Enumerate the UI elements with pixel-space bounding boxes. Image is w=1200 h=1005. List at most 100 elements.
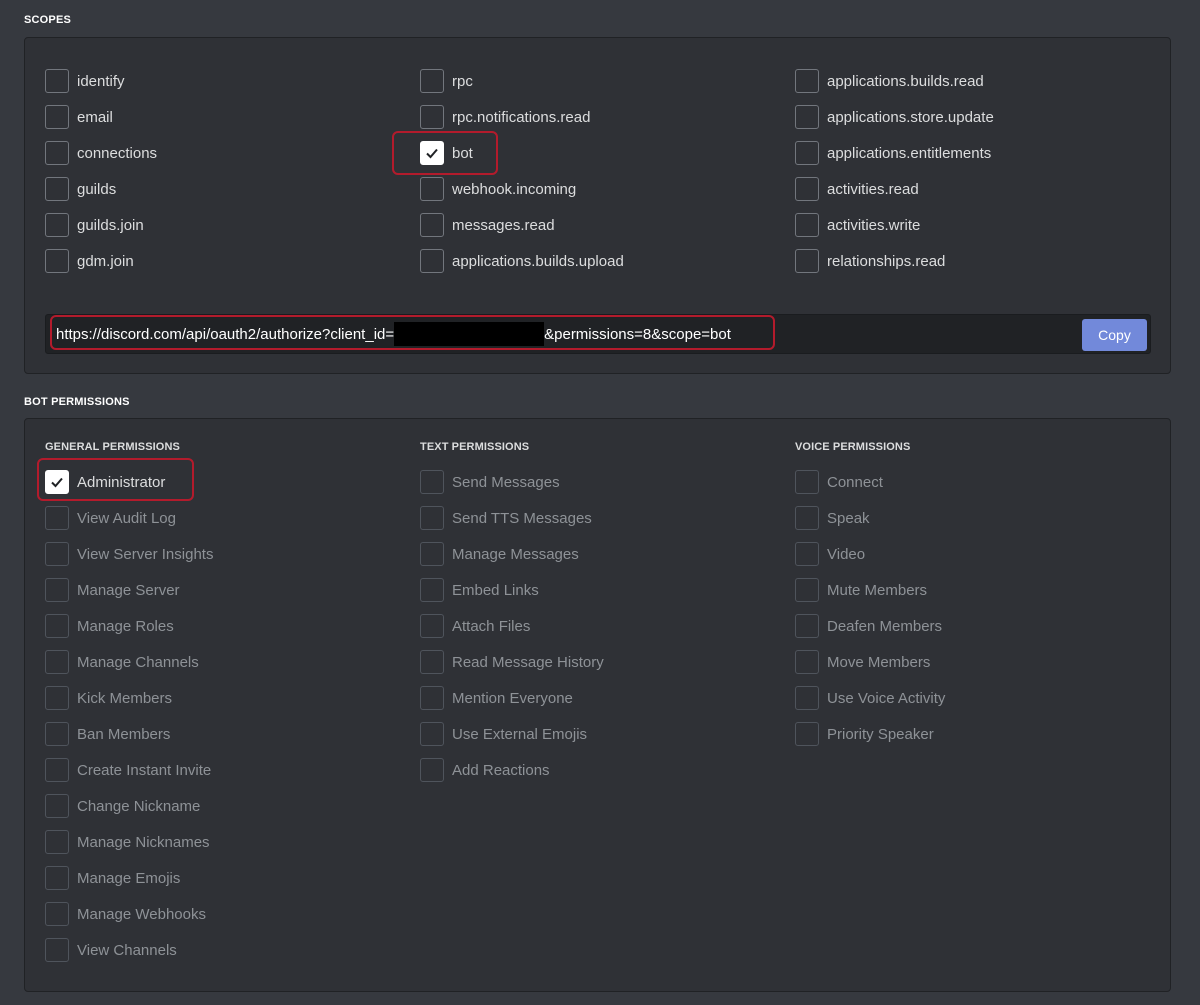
- checkbox-manage-messages: Manage Messages: [420, 536, 780, 572]
- checkbox-label: guilds: [77, 180, 117, 198]
- checkbox-label: gdm.join: [77, 252, 134, 270]
- checkbox-connections[interactable]: connections: [45, 135, 405, 171]
- generated-url-field[interactable]: https://discord.com/api/oauth2/authorize…: [45, 314, 1151, 354]
- checkbox-empty-icon[interactable]: [795, 177, 819, 201]
- checkbox-label: View Server Insights: [77, 545, 214, 563]
- checkbox-empty-icon[interactable]: [420, 177, 444, 201]
- checkbox-send-tts-messages: Send TTS Messages: [420, 500, 780, 536]
- checkbox-use-voice-activity: Use Voice Activity: [795, 680, 1155, 716]
- checkbox-add-reactions: Add Reactions: [420, 752, 780, 788]
- checkbox-label: View Channels: [77, 941, 177, 959]
- checkbox-view-server-insights: View Server Insights: [45, 536, 405, 572]
- checkbox-empty-icon[interactable]: [420, 105, 444, 129]
- checkbox-empty-icon: [420, 470, 444, 494]
- checkbox-empty-icon: [45, 578, 69, 602]
- checkbox-label: activities.write: [827, 216, 921, 234]
- checkbox-empty-icon: [795, 650, 819, 674]
- checkbox-priority-speaker: Priority Speaker: [795, 716, 1155, 752]
- checkbox-empty-icon[interactable]: [45, 177, 69, 201]
- url-suffix: &permissions=8&scope=bot: [544, 325, 731, 343]
- checkbox-label: Administrator: [77, 473, 166, 491]
- checkbox-label: Manage Server: [77, 581, 180, 599]
- checkbox-email[interactable]: email: [45, 99, 405, 135]
- checkbox-guilds[interactable]: guilds: [45, 171, 405, 207]
- checkbox-empty-icon[interactable]: [45, 249, 69, 273]
- checkbox-bot[interactable]: bot: [420, 135, 780, 171]
- checkbox-empty-icon: [45, 866, 69, 890]
- checkbox-administrator[interactable]: Administrator: [45, 464, 405, 500]
- scopes-panel: identify email connections guilds guilds.joi…: [24, 37, 1171, 374]
- checkbox-empty-icon[interactable]: [795, 213, 819, 237]
- checkbox-empty-icon[interactable]: [795, 141, 819, 165]
- checkbox-view-audit-log: View Audit Log: [45, 500, 405, 536]
- checkbox-empty-icon[interactable]: [795, 69, 819, 93]
- checkbox-label: rpc: [452, 72, 473, 90]
- checkbox-checked-icon[interactable]: [45, 470, 69, 494]
- checkbox-guilds-join[interactable]: guilds.join: [45, 207, 405, 243]
- checkbox-label: Create Instant Invite: [77, 761, 212, 779]
- scopes-column-1: identify email connections guilds guilds.joi…: [45, 63, 405, 279]
- checkbox-video: Video: [795, 536, 1155, 572]
- checkbox-empty-icon[interactable]: [795, 105, 819, 129]
- checkbox-rpc-notifications-read[interactable]: rpc.notifications.read: [420, 99, 780, 135]
- permission-group-title: VOICE PERMISSIONS: [795, 441, 911, 453]
- checkbox-gdm-join[interactable]: gdm.join: [45, 243, 405, 279]
- url-prefix: https://discord.com/api/oauth2/authorize…: [56, 325, 395, 343]
- checkbox-empty-icon: [420, 722, 444, 746]
- checkbox-label: connections: [77, 144, 158, 162]
- checkbox-identify[interactable]: identify: [45, 63, 405, 99]
- checkbox-messages-read[interactable]: messages.read: [420, 207, 780, 243]
- checkbox-send-messages: Send Messages: [420, 464, 780, 500]
- text-permissions-column: TEXT PERMISSIONS Send Messages Send TTS Me…: [420, 441, 780, 788]
- checkbox-relationships-read[interactable]: relationships.read: [795, 243, 1155, 279]
- checkbox-label: Attach Files: [452, 617, 531, 635]
- checkbox-move-members: Move Members: [795, 644, 1155, 680]
- checkbox-label: Manage Emojis: [77, 869, 181, 887]
- checkbox-rpc[interactable]: rpc: [420, 63, 780, 99]
- bot-permissions-title: BOT PERMISSIONS: [24, 396, 130, 408]
- checkbox-empty-icon: [420, 758, 444, 782]
- copy-button[interactable]: Copy: [1082, 319, 1147, 351]
- checkmark-icon: [51, 477, 63, 488]
- checkbox-empty-icon[interactable]: [420, 249, 444, 273]
- checkbox-empty-icon: [795, 542, 819, 566]
- generated-url-text[interactable]: https://discord.com/api/oauth2/authorize…: [56, 322, 731, 346]
- checkbox-activities-read[interactable]: activities.read: [795, 171, 1155, 207]
- checkbox-label: applications.builds.read: [827, 72, 984, 90]
- checkbox-label: applications.entitlements: [827, 144, 992, 162]
- voice-permissions-column: VOICE PERMISSIONS Connect Speak Video Mute M…: [795, 441, 1155, 752]
- checkbox-label: bot: [452, 144, 473, 162]
- checkbox-label: Use Voice Activity: [827, 689, 946, 707]
- checkbox-empty-icon: [45, 938, 69, 962]
- checkmark-icon: [426, 148, 438, 159]
- checkbox-manage-webhooks: Manage Webhooks: [45, 896, 405, 932]
- checkbox-applications-store-update[interactable]: applications.store.update: [795, 99, 1155, 135]
- checkbox-empty-icon[interactable]: [420, 69, 444, 93]
- checkbox-label: Video: [827, 545, 866, 563]
- checkbox-empty-icon: [45, 830, 69, 854]
- checkbox-empty-icon[interactable]: [420, 213, 444, 237]
- checkbox-applications-builds-read[interactable]: applications.builds.read: [795, 63, 1155, 99]
- checkbox-empty-icon[interactable]: [45, 105, 69, 129]
- checkbox-checked-icon[interactable]: [420, 141, 444, 165]
- checkbox-empty-icon[interactable]: [45, 69, 69, 93]
- checkbox-kick-members: Kick Members: [45, 680, 405, 716]
- checkbox-label: Move Members: [827, 653, 931, 671]
- checkbox-label: Send TTS Messages: [452, 509, 592, 527]
- checkbox-manage-emojis: Manage Emojis: [45, 860, 405, 896]
- checkbox-empty-icon[interactable]: [45, 141, 69, 165]
- checkbox-create-instant-invite: Create Instant Invite: [45, 752, 405, 788]
- checkbox-label: Manage Roles: [77, 617, 174, 635]
- checkbox-label: email: [77, 108, 113, 126]
- checkbox-empty-icon: [420, 650, 444, 674]
- checkbox-empty-icon[interactable]: [45, 213, 69, 237]
- checkbox-empty-icon[interactable]: [795, 249, 819, 273]
- checkbox-mention-everyone: Mention Everyone: [420, 680, 780, 716]
- checkbox-label: Send Messages: [452, 473, 560, 491]
- checkbox-label: identify: [77, 72, 125, 90]
- checkbox-applications-builds-upload[interactable]: applications.builds.upload: [420, 243, 780, 279]
- checkbox-label: Embed Links: [452, 581, 539, 599]
- checkbox-applications-entitlements[interactable]: applications.entitlements: [795, 135, 1155, 171]
- checkbox-webhook-incoming[interactable]: webhook.incoming: [420, 171, 780, 207]
- checkbox-activities-write[interactable]: activities.write: [795, 207, 1155, 243]
